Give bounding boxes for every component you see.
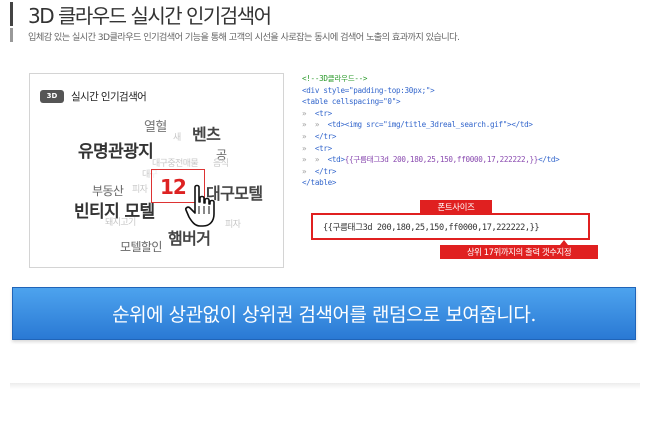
code-line: <div style="padding-top:30px;">: [302, 85, 632, 97]
code-token: <td><img src="img/title_3dreal_search.gi…: [327, 120, 533, 130]
code-token: » »: [302, 155, 328, 165]
tag-code-box: {{구름태그3d 200,180,25,150,ff0000,17,222222…: [311, 213, 590, 240]
code-token: <table cellspacing="0">: [302, 97, 401, 107]
code-line: » </tr>: [302, 166, 632, 178]
code-token: {{구름태그3d 200,180,25,150,ff0000,17,222222…: [344, 155, 539, 165]
bottom-divider: [10, 383, 640, 389]
code-line: » </tr>: [302, 131, 632, 143]
code-line: » <tr>: [302, 143, 632, 155]
page-description: 입체감 있는 실시간 3D클라우드 인기검색어 기능을 통해 고객의 시선을 사…: [28, 32, 460, 43]
code-token: </td>: [538, 155, 560, 165]
3d-badge-icon: 3D: [40, 89, 64, 103]
code-line: </table>: [302, 177, 632, 186]
tag-cloud-header: 3D 실시간 인기검색어: [40, 86, 147, 106]
cloud-tag[interactable]: 유명관광지: [78, 144, 154, 161]
tag-cloud-title: 실시간 인기검색어: [71, 90, 147, 103]
cloud-tag[interactable]: 새: [173, 134, 181, 143]
code-token: <td>: [327, 155, 345, 165]
random-display-banner: 순위에 상관없이 상위권 검색어를 랜덤으로 보여줍니다.: [12, 287, 636, 340]
code-token: <tr>: [314, 108, 332, 118]
cloud-tag[interactable]: 열혈: [144, 121, 167, 134]
code-line: <table cellspacing="0">: [302, 96, 632, 108]
font-size-label: 폰트사이즈: [420, 200, 492, 218]
cloud-tag[interactable]: 햄버거: [168, 231, 211, 247]
code-token: »: [302, 108, 315, 118]
description-bar-accent: [10, 28, 13, 42]
code-token: </tr>: [314, 131, 337, 141]
cloud-tag[interactable]: 벤츠: [192, 127, 221, 143]
code-token: <div style="padding-top:30px;">: [302, 85, 435, 95]
code-token: </table>: [302, 178, 337, 186]
cloud-tag[interactable]: 음식: [213, 160, 229, 169]
cloud-tag[interactable]: 돼지고기: [105, 219, 136, 228]
code-line: » <tr>: [302, 108, 632, 120]
cloud-tag[interactable]: 부동산: [92, 185, 124, 197]
highlighted-tag-number: 12: [160, 175, 187, 199]
code-token: » »: [302, 120, 328, 130]
cloud-tag[interactable]: 피자: [225, 221, 241, 230]
output-count-label: 상위 17위까지의 출력 갯수지정: [440, 240, 598, 259]
title-bar-accent: [10, 2, 13, 26]
cloud-tag[interactable]: 대구중전매물: [152, 160, 199, 169]
hand-cursor-icon: [185, 184, 215, 227]
page-title: 3D 클라우드 실시간 인기검색어: [28, 4, 272, 28]
cloud-tag[interactable]: 피자: [132, 186, 148, 195]
code-snippet: <!--3D클라우드--> <div style="padding-top:30p…: [302, 73, 632, 186]
code-token: »: [302, 131, 315, 141]
code-token: </tr>: [314, 166, 337, 176]
code-line: » » <td><img src="img/title_3dreal_searc…: [302, 119, 632, 131]
code-line: » » <td>{{구름태그3d 200,180,25,150,ff0000,1…: [302, 154, 632, 166]
code-token: <tr>: [314, 143, 332, 153]
code-token: »: [302, 166, 315, 176]
code-line: <!--3D클라우드-->: [302, 73, 632, 85]
code-token: <!--3D클라우드-->: [302, 74, 368, 83]
code-token: »: [302, 143, 315, 153]
cloud-tag[interactable]: 모텔할인: [120, 241, 162, 253]
